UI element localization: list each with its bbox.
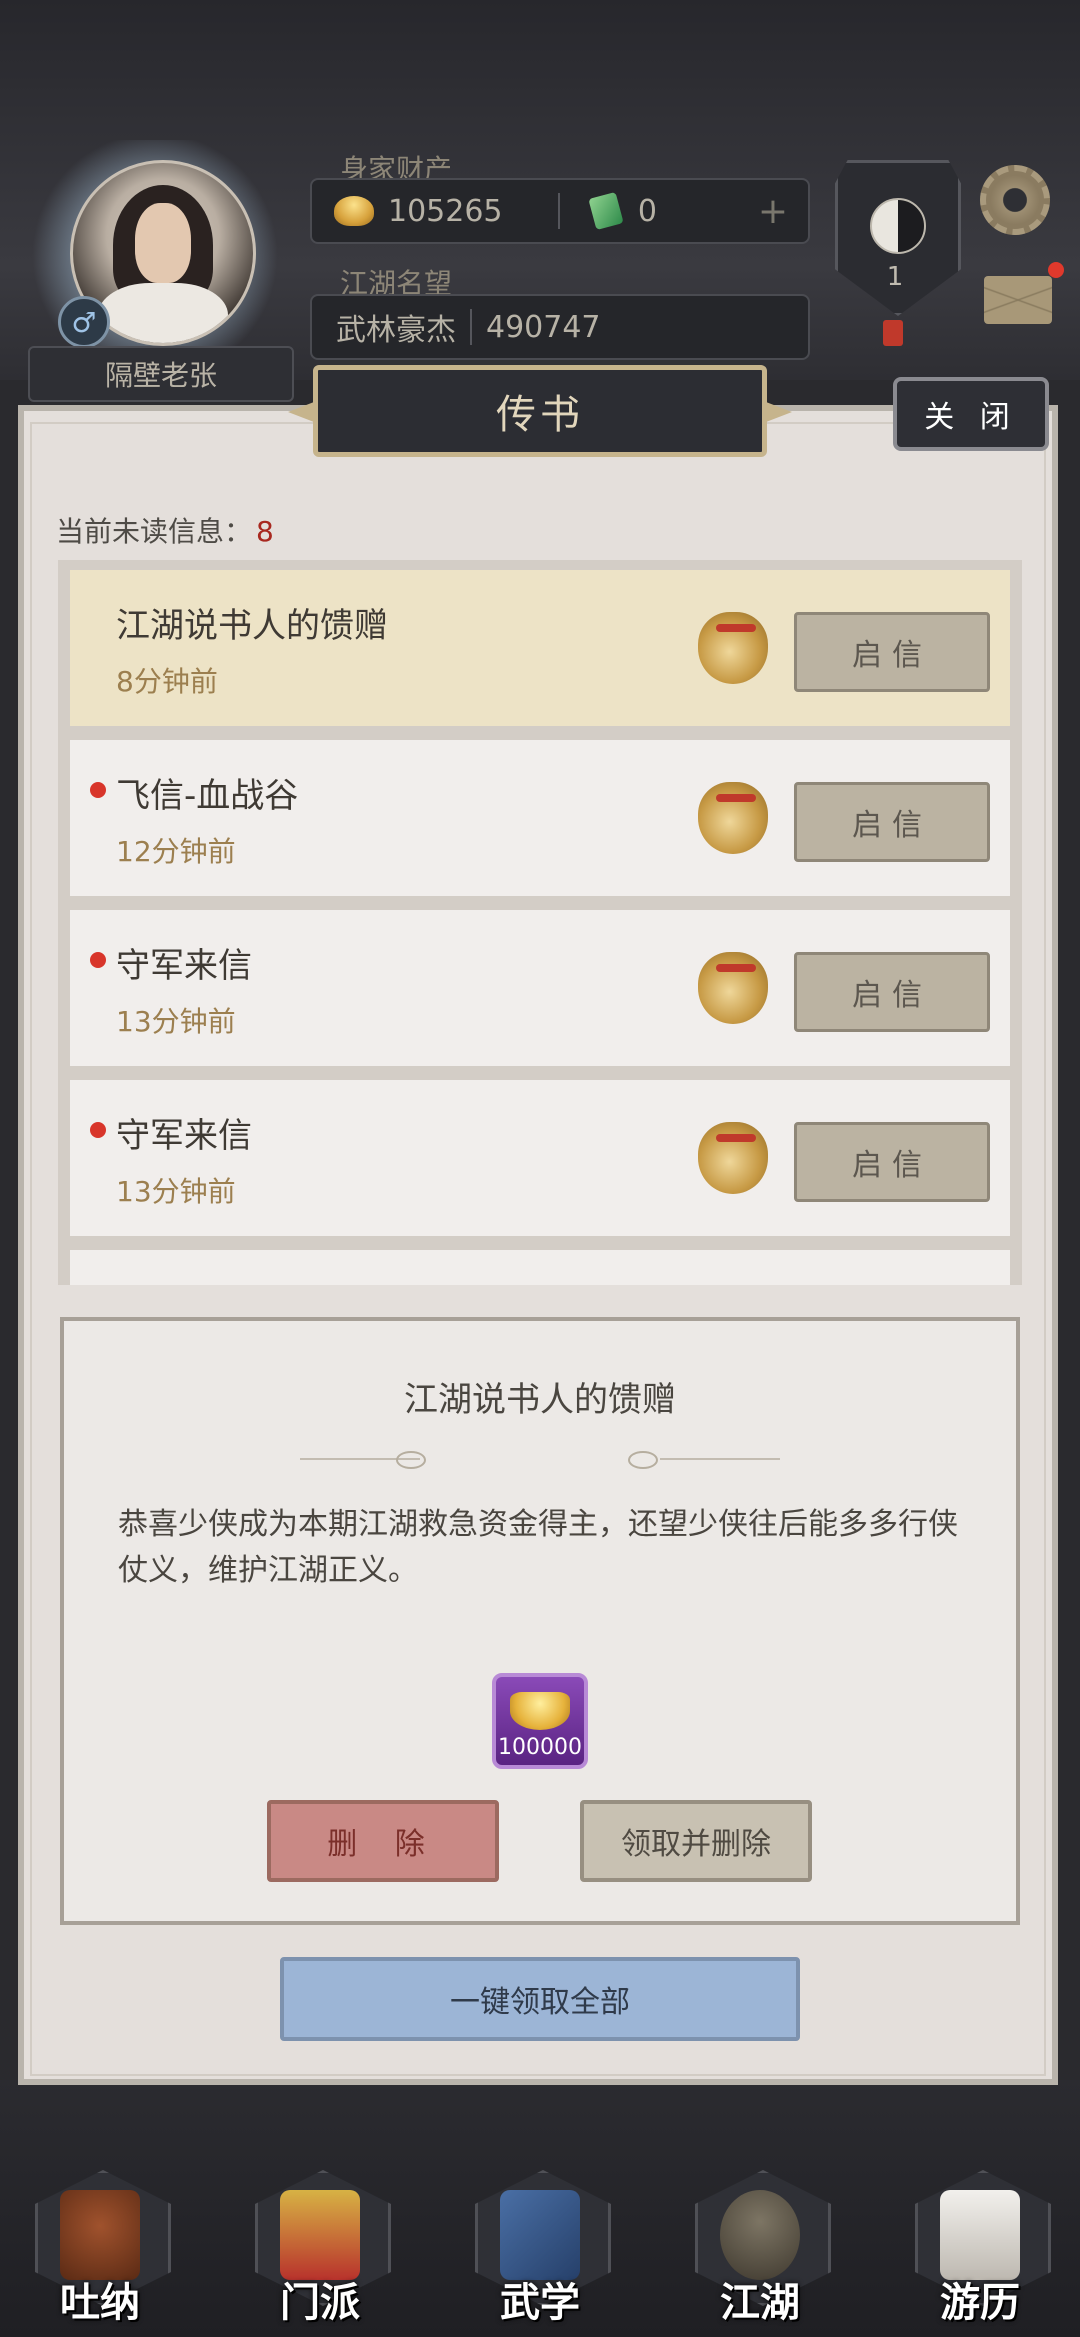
notification-dot xyxy=(1048,262,1064,278)
nav-label: 吐纳 xyxy=(60,2280,140,2326)
nav-item-martial[interactable]: 武学 xyxy=(465,2160,615,2330)
message-title: 江湖说书人的馈赠 xyxy=(116,606,388,646)
pouch-icon xyxy=(698,952,768,1024)
message-item[interactable]: 守军来信 13分钟前 启信 xyxy=(70,910,1010,1066)
taiji-icon xyxy=(870,198,926,254)
wealth-bar: 105265 0 + xyxy=(310,178,810,244)
jade-icon xyxy=(588,191,624,231)
open-letter-button[interactable]: 启信 xyxy=(794,1122,990,1202)
pouch-icon xyxy=(698,1122,768,1194)
tassel-icon xyxy=(883,320,903,346)
gold-amount: 105265 xyxy=(388,193,503,229)
rank-title: 武林豪杰 xyxy=(336,313,456,348)
detail-title: 江湖说书人的馈赠 xyxy=(404,1380,676,1420)
message-list[interactable]: 江湖说书人的馈赠 8分钟前 启信 飞信-血战谷 12分钟前 启信 守军来信 13… xyxy=(58,560,1022,1285)
jade-amount: 0 xyxy=(637,193,657,229)
nav-item-sect[interactable]: 门派 xyxy=(245,2160,395,2330)
nav-label: 游历 xyxy=(940,2280,1020,2326)
message-item-partial[interactable] xyxy=(70,1250,1010,1285)
sect-banner-icon xyxy=(280,2190,360,2280)
bamboo-hat-icon xyxy=(720,2190,800,2280)
message-item[interactable]: 守军来信 13分钟前 启信 xyxy=(70,1080,1010,1236)
unread-label: 当前未读信息： xyxy=(56,515,253,548)
claim-all-button[interactable]: 一键领取全部 xyxy=(280,1957,800,2041)
reputation-value: 490747 xyxy=(486,309,601,345)
avatar[interactable]: ♂ xyxy=(20,140,300,370)
claim-and-delete-button[interactable]: 领取并删除 xyxy=(580,1800,812,1882)
unread-count: 8 xyxy=(256,515,274,548)
player-name: 隔壁老张 xyxy=(28,346,294,402)
taiji-level: 1 xyxy=(886,262,904,292)
nav-item-jianghu[interactable]: 江湖 xyxy=(685,2160,835,2330)
nav-label: 门派 xyxy=(280,2280,360,2326)
message-title: 飞信-血战谷 xyxy=(116,776,299,816)
unread-dot xyxy=(90,782,106,798)
message-item[interactable]: 飞信-血战谷 12分钟前 启信 xyxy=(70,740,1010,896)
open-letter-button[interactable]: 启信 xyxy=(794,612,990,692)
add-currency-button[interactable]: + xyxy=(758,191,788,232)
nav-item-tuna[interactable]: 吐纳 xyxy=(25,2160,175,2330)
divider xyxy=(660,1458,780,1460)
message-time: 13分钟前 xyxy=(116,1005,236,1038)
reputation-bar: 武林豪杰 490747 xyxy=(310,294,810,360)
message-title: 守军来信 xyxy=(116,946,252,986)
unread-info: 当前未读信息： 8 xyxy=(56,510,274,550)
nav-label: 武学 xyxy=(500,2280,580,2326)
close-button[interactable]: 关 闭 xyxy=(893,377,1049,451)
open-letter-button[interactable]: 启信 xyxy=(794,952,990,1032)
gold-ingot-icon xyxy=(510,1692,570,1730)
male-gender-icon: ♂ xyxy=(58,296,110,348)
meditation-icon xyxy=(60,2190,140,2280)
martial-books-icon xyxy=(500,2190,580,2280)
message-time: 12分钟前 xyxy=(116,835,236,868)
message-item[interactable]: 江湖说书人的馈赠 8分钟前 启信 xyxy=(70,570,1010,726)
gold-ingot-icon xyxy=(334,196,374,226)
open-letter-button[interactable]: 启信 xyxy=(794,782,990,862)
detail-body: 恭喜少侠成为本期江湖救急资金得主，还望少侠往后能多多行侠仗义，维护江湖正义。 xyxy=(118,1507,958,1588)
panel-title-plate: 传书 xyxy=(313,365,767,457)
reward-count: 100000 xyxy=(498,1735,582,1760)
nav-item-travel[interactable]: 游历 xyxy=(905,2160,1055,2330)
unread-dot xyxy=(90,952,106,968)
pouch-icon xyxy=(698,612,768,684)
white-horse-icon xyxy=(940,2190,1020,2280)
nav-label: 江湖 xyxy=(720,2280,800,2326)
message-title: 守军来信 xyxy=(116,1116,252,1156)
panel-title: 传书 xyxy=(496,392,584,438)
gear-icon[interactable] xyxy=(980,165,1050,235)
pouch-icon xyxy=(698,782,768,854)
unread-dot xyxy=(90,1122,106,1138)
message-time: 8分钟前 xyxy=(116,665,218,698)
delete-button[interactable]: 删 除 xyxy=(267,1800,499,1882)
message-time: 13分钟前 xyxy=(116,1175,236,1208)
